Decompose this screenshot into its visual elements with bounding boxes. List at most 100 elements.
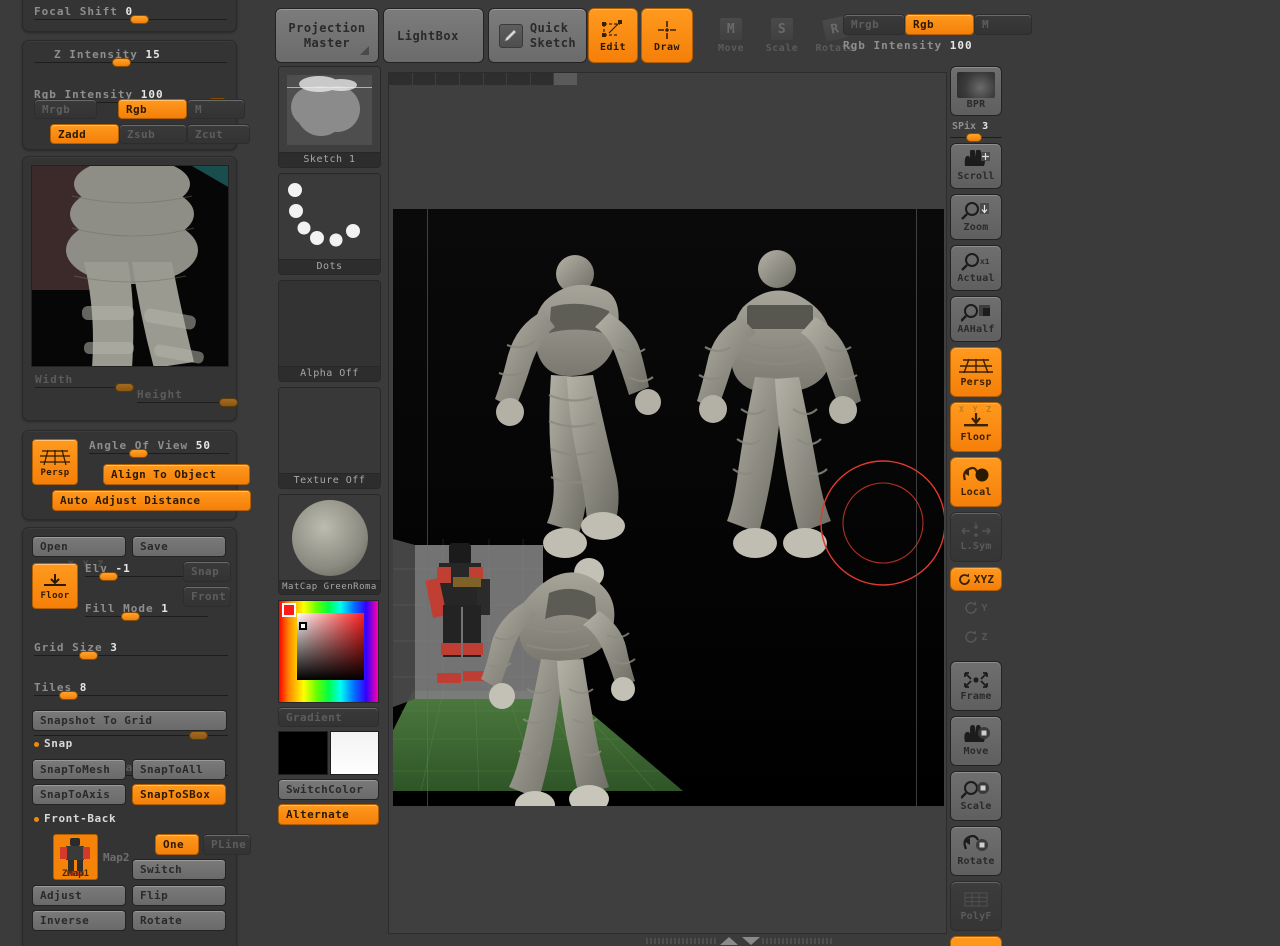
transp-button[interactable]: Transp bbox=[950, 936, 1002, 946]
slider-knob[interactable] bbox=[130, 15, 149, 24]
spix-slider[interactable]: SPix 3 bbox=[950, 121, 1002, 142]
gradient-button[interactable]: Gradient bbox=[278, 707, 379, 727]
color-picker-marker-primary[interactable] bbox=[282, 603, 296, 617]
z-intensity-slider[interactable]: Z Intensity 15 bbox=[34, 48, 227, 67]
actual-button[interactable]: x1 Actual bbox=[950, 245, 1002, 291]
alpha-swatch[interactable]: Alpha Off bbox=[278, 280, 381, 382]
grid-size-slider[interactable]: Grid Size 3 bbox=[34, 641, 228, 660]
switch-color-button[interactable]: SwitchColor bbox=[278, 779, 379, 800]
save-button[interactable]: Save bbox=[132, 536, 226, 557]
switch-button[interactable]: Switch bbox=[132, 859, 226, 880]
focal-shift-slider[interactable]: Focal Shift 0 bbox=[34, 5, 227, 24]
edit-button[interactable]: Edit bbox=[588, 8, 638, 63]
color-picker[interactable] bbox=[278, 600, 379, 703]
scale-button[interactable]: S Scale bbox=[758, 8, 806, 63]
persp-toggle-button[interactable]: Persp bbox=[950, 347, 1002, 397]
segment[interactable] bbox=[459, 73, 483, 85]
splitter-down-arrow-icon[interactable] bbox=[742, 937, 760, 945]
tiles-slider[interactable]: Tiles 8 bbox=[34, 681, 228, 700]
primary-color-swatch[interactable] bbox=[278, 731, 328, 775]
segment[interactable] bbox=[436, 73, 459, 85]
flip-button[interactable]: Flip bbox=[132, 885, 226, 906]
stroke-type-swatch[interactable]: Dots bbox=[278, 173, 381, 275]
slider-knob[interactable] bbox=[219, 398, 238, 407]
bpr-button[interactable]: BPR bbox=[950, 66, 1002, 116]
pline-button[interactable]: PLine bbox=[203, 834, 251, 855]
inverse-button[interactable]: Inverse bbox=[32, 910, 126, 931]
aahalf-button[interactable]: AAHalf bbox=[950, 296, 1002, 342]
slider-knob[interactable] bbox=[99, 572, 118, 581]
lsym-button[interactable]: 1 L.Sym bbox=[950, 512, 1002, 562]
zsub-button[interactable]: Zsub bbox=[119, 124, 187, 144]
segment[interactable] bbox=[389, 73, 412, 85]
move-button[interactable]: M Move bbox=[707, 8, 755, 63]
slider-knob[interactable] bbox=[129, 449, 148, 458]
floor-toggle-button[interactable]: X Y Z Floor bbox=[950, 402, 1002, 452]
slider-knob[interactable] bbox=[112, 58, 131, 67]
alternate-button[interactable]: Alternate bbox=[278, 804, 379, 825]
topbar-m-button[interactable]: M bbox=[974, 14, 1032, 35]
zoom-button[interactable]: Zoom bbox=[950, 194, 1002, 240]
m-button[interactable]: M bbox=[187, 99, 245, 119]
texture-swatch[interactable]: Texture Off bbox=[278, 387, 381, 489]
one-button[interactable]: One bbox=[155, 834, 199, 855]
auto-adjust-distance-button[interactable]: Auto Adjust Distance bbox=[52, 490, 251, 511]
scroll-button[interactable]: Scroll bbox=[950, 143, 1002, 189]
local-button[interactable]: Local bbox=[950, 457, 1002, 507]
slider-knob[interactable] bbox=[59, 691, 78, 700]
topbar-rgb-button[interactable]: Rgb bbox=[905, 14, 974, 35]
projection-master-button[interactable]: Projection Master bbox=[275, 8, 379, 63]
segment[interactable] bbox=[483, 73, 507, 85]
snap-to-sbox-button[interactable]: SnapToSBox bbox=[132, 784, 226, 805]
document-segment-bar[interactable] bbox=[389, 73, 577, 85]
topbar-mrgb-button[interactable]: Mrgb bbox=[843, 14, 905, 35]
color-picker-marker-secondary[interactable] bbox=[299, 622, 307, 630]
segment[interactable] bbox=[412, 73, 436, 85]
snap-to-mesh-button[interactable]: SnapToMesh bbox=[32, 759, 126, 780]
preview-thumbnail[interactable] bbox=[31, 165, 229, 367]
rotate-z-button[interactable]: Z bbox=[950, 625, 1002, 649]
width-slider[interactable]: Width bbox=[35, 373, 134, 392]
segment[interactable] bbox=[507, 73, 530, 85]
angle-of-view-slider[interactable]: Angle Of View 50 bbox=[89, 439, 229, 458]
quick-sketch-button[interactable]: Quick Sketch bbox=[488, 8, 587, 63]
secondary-color-swatch[interactable] bbox=[330, 731, 379, 775]
rotate-gyro-button[interactable]: Rotate bbox=[950, 826, 1002, 876]
front-button[interactable]: Front bbox=[183, 586, 231, 607]
open-button[interactable]: Open bbox=[32, 536, 126, 557]
polyf-button[interactable]: PolyF bbox=[950, 881, 1002, 931]
topbar-rgb-intensity-slider[interactable]: Rgb Intensity 100 bbox=[843, 39, 1033, 54]
bottom-splitter[interactable] bbox=[640, 936, 840, 946]
rotate-y-button[interactable]: Y bbox=[950, 596, 1002, 620]
material-swatch[interactable]: MatCap GreenRoma bbox=[278, 494, 381, 595]
slider-knob[interactable] bbox=[189, 731, 208, 740]
snapshot-to-grid-button[interactable]: Snapshot To Grid bbox=[32, 710, 227, 731]
frame-button[interactable]: Frame bbox=[950, 661, 1002, 711]
canvas-area[interactable] bbox=[388, 72, 947, 934]
slider-knob[interactable] bbox=[115, 383, 134, 392]
rotate-button[interactable]: Rotate bbox=[132, 910, 226, 931]
move-gyro-button[interactable]: Move bbox=[950, 716, 1002, 766]
segment[interactable] bbox=[530, 73, 554, 85]
slider-knob[interactable] bbox=[79, 651, 98, 660]
splitter-up-arrow-icon[interactable] bbox=[720, 937, 738, 945]
zcut-button[interactable]: Zcut bbox=[187, 124, 250, 144]
persp-button[interactable]: Persp bbox=[32, 439, 78, 485]
segment-active[interactable] bbox=[554, 73, 577, 85]
stroke-swatch[interactable]: Sketch 1 bbox=[278, 66, 381, 168]
snap-to-axis-button[interactable]: SnapToAxis bbox=[32, 784, 126, 805]
adjust-button[interactable]: Adjust bbox=[32, 885, 126, 906]
snap-button[interactable]: Snap bbox=[183, 561, 231, 582]
viewport[interactable] bbox=[393, 209, 944, 806]
floor-button[interactable]: Floor bbox=[32, 563, 78, 609]
mrgb-button[interactable]: Mrgb bbox=[34, 99, 97, 119]
xyz-button[interactable]: XYZ bbox=[950, 567, 1002, 591]
zadd-button[interactable]: Zadd bbox=[50, 124, 119, 144]
draw-button[interactable]: Draw bbox=[641, 8, 693, 63]
snap-to-all-button[interactable]: SnapToAll bbox=[132, 759, 226, 780]
slider-knob[interactable] bbox=[966, 133, 982, 142]
lightbox-button[interactable]: LightBox bbox=[383, 8, 484, 63]
align-to-object-button[interactable]: Align To Object bbox=[103, 464, 250, 485]
height-slider[interactable]: Height bbox=[137, 388, 238, 407]
scale-gyro-button[interactable]: Scale bbox=[950, 771, 1002, 821]
